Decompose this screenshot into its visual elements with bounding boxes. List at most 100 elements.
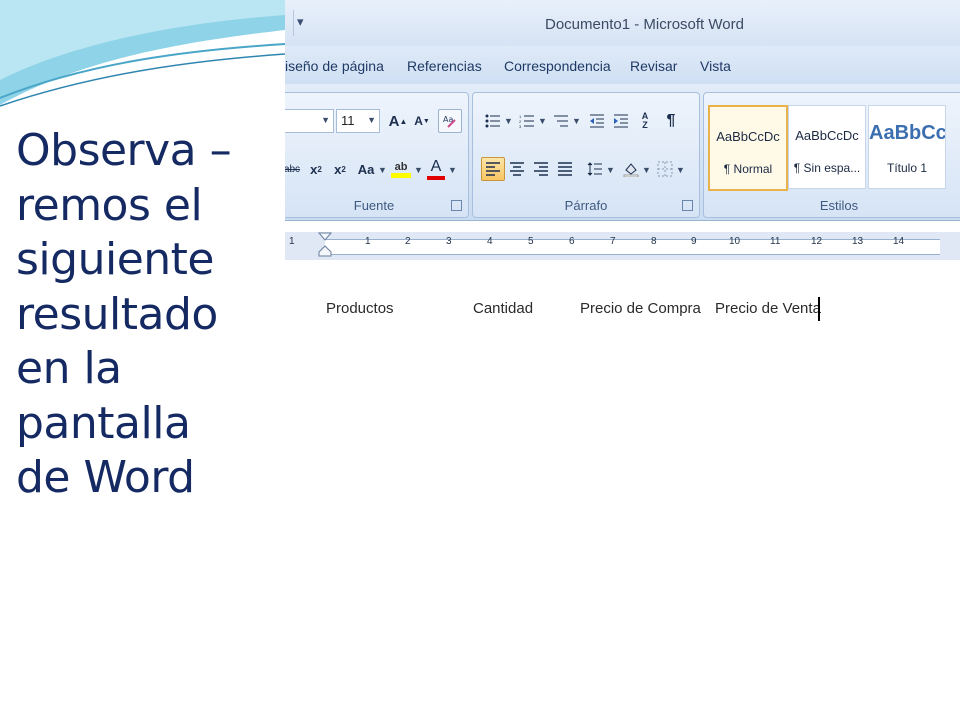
font-color-icon[interactable]: A: [424, 155, 448, 183]
word-window: ▾ Documento1 - Microsoft Word iseño de p…: [285, 0, 960, 720]
sort-icon[interactable]: AZ: [633, 109, 657, 133]
ribbon-tabs: iseño de página Referencias Corresponden…: [285, 46, 960, 84]
decorative-swoosh: [0, 0, 285, 107]
chevron-down-icon[interactable]: ▼: [504, 116, 513, 126]
subscript-icon[interactable]: x2: [304, 157, 328, 181]
align-left-icon[interactable]: [481, 157, 505, 181]
svg-text:3: 3: [519, 124, 522, 128]
style-name: Título 1: [886, 161, 928, 175]
ruler-number: 2: [405, 236, 411, 247]
numbering-icon[interactable]: 123: [515, 109, 539, 133]
show-formatting-icon[interactable]: ¶: [659, 109, 683, 133]
chevron-down-icon[interactable]: ▼: [378, 165, 387, 175]
chevron-down-icon[interactable]: ▼: [538, 116, 547, 126]
shading-icon[interactable]: [619, 157, 643, 181]
font-group-label: Fuente: [353, 198, 395, 213]
ribbon: ▼ 11 ▼ A▲ A▼ Aa abc x2 x2 Aa ▼ ab ▼ A: [285, 84, 960, 221]
tab-references[interactable]: Referencias: [407, 58, 482, 74]
customize-quick-access-icon[interactable]: ▾: [297, 14, 304, 30]
style-normal[interactable]: AaBbCcDc ¶ Normal: [708, 105, 788, 191]
chevron-down-icon[interactable]: ▼: [414, 165, 423, 175]
column-header-precio-compra: Precio de Compra: [580, 300, 701, 317]
font-size-box[interactable]: 11 ▼: [336, 109, 380, 133]
style-no-spacing[interactable]: AaBbCcDc ¶ Sin espa...: [788, 105, 866, 189]
ruler-number: 10: [729, 236, 741, 247]
styles-group: AaBbCcDc ¶ Normal AaBbCcDc ¶ Sin espa...…: [703, 92, 960, 218]
paragraph-group-label: Párrafo: [564, 198, 608, 213]
ruler-number: 9: [691, 236, 697, 247]
ruler[interactable]: 1 1 2 3 4 5 6 7 8 9 10 11 12 13 14: [285, 232, 960, 260]
tab-view[interactable]: Vista: [700, 58, 731, 74]
styles-group-label: Estilos: [819, 198, 859, 213]
ruler-number: 3: [446, 236, 452, 247]
indent-marker-icon[interactable]: [318, 232, 332, 259]
style-heading-1[interactable]: AaBbCc Título 1: [868, 105, 946, 189]
ruler-number: 4: [487, 236, 493, 247]
column-header-precio-venta: Precio de Venta: [715, 300, 821, 317]
highlight-icon[interactable]: ab: [388, 155, 414, 183]
chevron-down-icon[interactable]: ▼: [676, 165, 685, 175]
slide-line: resultado: [16, 288, 218, 340]
window-title: Documento1 - Microsoft Word: [545, 16, 744, 33]
borders-icon[interactable]: [653, 157, 677, 181]
tab-mailings[interactable]: Correspondencia: [504, 58, 611, 74]
ruler-number: 7: [610, 236, 616, 247]
chevron-down-icon[interactable]: ▼: [321, 115, 330, 125]
dialog-launcher-icon[interactable]: [682, 200, 693, 211]
chevron-down-icon[interactable]: ▼: [606, 165, 615, 175]
column-header-cantidad: Cantidad: [473, 300, 534, 317]
style-sample: AaBbCcDc: [716, 129, 780, 144]
ruler-number: 11: [770, 236, 781, 247]
bullets-icon[interactable]: [481, 109, 505, 133]
style-name: ¶ Sin espa...: [793, 161, 861, 175]
ruler-number: 12: [811, 236, 823, 247]
strikethrough-icon[interactable]: abc: [285, 157, 304, 181]
multilevel-list-icon[interactable]: [549, 109, 573, 133]
ruler-number: 8: [651, 236, 657, 247]
clear-format-icon[interactable]: Aa: [438, 109, 462, 133]
text-cursor: [818, 297, 820, 321]
title-bar: ▾ Documento1 - Microsoft Word: [285, 0, 960, 46]
tab-review[interactable]: Revisar: [630, 58, 677, 74]
ruler-number: 6: [569, 236, 575, 247]
increase-indent-icon[interactable]: [609, 109, 633, 133]
slide-heading: Observa – remos el siguiente resultado e…: [16, 124, 278, 506]
slide-line: siguiente: [16, 234, 214, 285]
slide-panel: Observa – remos el siguiente resultado e…: [0, 0, 285, 720]
column-header-productos: Productos: [326, 300, 394, 317]
chevron-down-icon[interactable]: ▼: [572, 116, 581, 126]
slide-line: pantalla: [16, 397, 191, 449]
style-sample: AaBbCc: [869, 122, 945, 144]
ruler-number: 1: [289, 236, 295, 247]
shrink-font-icon[interactable]: A ▼: [410, 109, 434, 133]
chevron-down-icon[interactable]: ▼: [448, 165, 457, 175]
ruler-band: [325, 239, 940, 255]
paragraph-group: ▼ 123 ▼ ▼ AZ ¶ ▼ ▼ ▼ Párrafo: [472, 92, 700, 218]
tab-page-layout[interactable]: iseño de página: [285, 58, 384, 74]
chevron-down-icon[interactable]: ▼: [642, 165, 651, 175]
justify-icon[interactable]: [553, 157, 577, 181]
slide-line: Observa –: [16, 125, 232, 176]
font-name-box[interactable]: ▼: [285, 109, 334, 133]
align-center-icon[interactable]: [505, 157, 529, 181]
decrease-indent-icon[interactable]: [585, 109, 609, 133]
ruler-number: 14: [893, 236, 905, 247]
change-case-icon[interactable]: Aa: [354, 157, 378, 181]
dialog-launcher-icon[interactable]: [451, 200, 462, 211]
superscript-icon[interactable]: x2: [328, 157, 352, 181]
ruler-number: 13: [852, 236, 864, 247]
quick-access-separator: [293, 10, 294, 36]
grow-font-icon[interactable]: A ▲: [386, 109, 410, 133]
ruler-number: 1: [365, 236, 371, 247]
align-right-icon[interactable]: [529, 157, 553, 181]
slide-line: remos el: [16, 179, 203, 231]
chevron-down-icon[interactable]: ▼: [367, 115, 376, 125]
slide-line: de Word: [16, 452, 195, 503]
line-spacing-icon[interactable]: [583, 157, 607, 181]
font-size-value: 11: [341, 113, 355, 128]
font-group: ▼ 11 ▼ A▲ A▼ Aa abc x2 x2 Aa ▼ ab ▼ A: [285, 92, 469, 218]
style-sample: AaBbCcDc: [795, 128, 859, 143]
slide-line: en la: [16, 343, 122, 394]
style-name: ¶ Normal: [723, 162, 773, 176]
ruler-number: 5: [528, 236, 534, 247]
